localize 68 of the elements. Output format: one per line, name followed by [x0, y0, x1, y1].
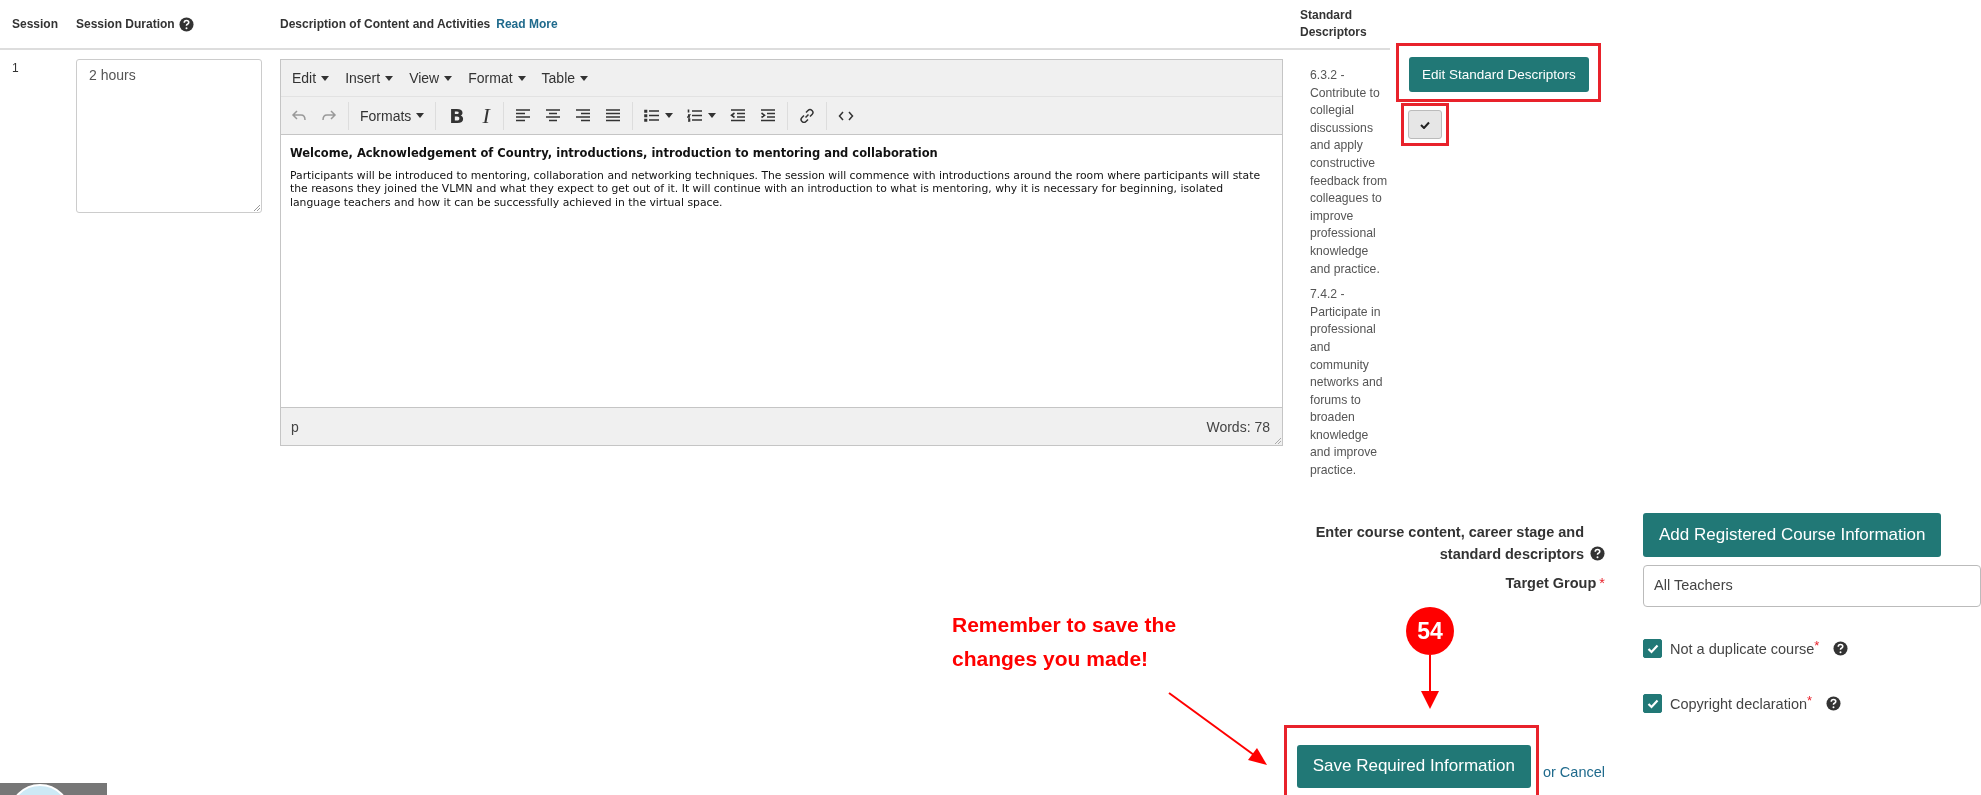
help-icon[interactable]	[178, 16, 194, 32]
check-icon	[1646, 698, 1659, 709]
undo-icon	[291, 108, 307, 123]
step-badge: 54	[1406, 607, 1454, 655]
checkbox-label: Not a duplicate course	[1670, 640, 1815, 657]
check-icon	[1420, 120, 1430, 129]
help-icon[interactable]	[1826, 696, 1842, 712]
required-asterisk: *	[1807, 692, 1813, 708]
italic-button[interactable]: I	[473, 100, 499, 131]
required-asterisk: *	[1814, 637, 1820, 653]
save-button[interactable]: Save Required Information	[1296, 744, 1531, 788]
caret-icon	[517, 75, 526, 81]
caret-icon	[707, 113, 716, 118]
menu-button[interactable]: Insert	[338, 66, 401, 90]
caret-icon	[664, 113, 673, 118]
link-icon	[798, 108, 815, 123]
align-center-icon	[544, 108, 561, 123]
menu-button[interactable]: Edit	[285, 66, 337, 90]
resize-grip-icon[interactable]	[1273, 436, 1281, 444]
formats-dropdown[interactable]: Formats	[353, 100, 432, 131]
read-more-link[interactable]: Read More	[496, 17, 558, 31]
redo-icon	[321, 108, 337, 123]
help-icon[interactable]	[1833, 641, 1849, 657]
word-count: Words: 78	[1206, 418, 1270, 435]
bold-button[interactable]: B	[440, 100, 474, 131]
field-label: Enter course content, career stage and standard descriptors	[1315, 522, 1584, 564]
caret-icon	[416, 113, 425, 118]
column-header: Standard Descriptors	[1300, 7, 1368, 41]
caret-icon	[385, 75, 394, 81]
indent-icon	[759, 108, 776, 123]
caret-icon	[580, 75, 589, 81]
outdent-icon	[729, 108, 746, 123]
justify-icon	[604, 108, 621, 123]
confirm-button[interactable]	[1408, 110, 1442, 139]
target-group-field[interactable]: All Teachers	[1643, 564, 1981, 607]
align-left-icon	[514, 108, 531, 123]
corner-widget-icon	[0, 783, 107, 795]
numbered-list-icon	[686, 108, 703, 123]
menu-button[interactable]: Table	[534, 66, 596, 90]
descriptor-text: 6.3.2 - Contribute to collegial discussions and apply constructive feedback from colleagues to improve professional knowledge and practice.	[1310, 67, 1389, 278]
add-course-info-button[interactable]: Add Registered Course Information	[1643, 512, 1942, 557]
column-header: Session	[12, 17, 59, 31]
duration-field[interactable]: 2 hours	[76, 59, 262, 213]
element-path: p	[291, 418, 299, 435]
annotation-note: Remember to save the changes you made!	[952, 612, 1178, 672]
session-number: 1	[12, 61, 19, 75]
menu-button[interactable]: Format	[461, 66, 533, 90]
checkbox[interactable]	[1643, 639, 1662, 659]
content-paragraph: Participants will be introduced to mentoring, collaboration and networking techniques. The session will commence with introductions around the room where participants will state the reasons they joined the VLMN and what they expect to get out of it. It will continue with an introduction to what is mentoring, why it is necessary for beginning, isolated language teachers and how it can be successfully achieved in the virtual space.	[290, 168, 1262, 209]
checkbox-label: Copyright declaration	[1670, 695, 1808, 712]
help-icon[interactable]	[1590, 545, 1605, 561]
caret-icon	[321, 75, 330, 81]
align-right-icon	[574, 108, 591, 123]
column-header: Description of Content and Activities	[280, 17, 491, 31]
check-icon	[1646, 643, 1659, 654]
required-asterisk: *	[1599, 574, 1605, 591]
descriptor-text: 7.4.2 - Participate in professional and community networks and forums to broaden knowledge and improve practice.	[1310, 286, 1384, 480]
checkbox[interactable]	[1643, 694, 1662, 714]
menu-button[interactable]: View	[402, 66, 460, 90]
caret-icon	[444, 75, 453, 81]
bullet-list-icon	[643, 108, 660, 123]
resize-grip-icon[interactable]	[252, 203, 260, 211]
field-label: Target Group	[1505, 574, 1597, 591]
edit-descriptors-button[interactable]: Edit Standard Descriptors	[1409, 57, 1589, 92]
column-header: Session Duration	[76, 17, 175, 31]
cancel-link[interactable]: or Cancel	[1542, 763, 1605, 780]
annotation-arrow	[1421, 655, 1439, 709]
content-heading: Welcome, Acknowledgement of Country, introductions, introduction to mentoring and collaboration	[290, 147, 939, 161]
